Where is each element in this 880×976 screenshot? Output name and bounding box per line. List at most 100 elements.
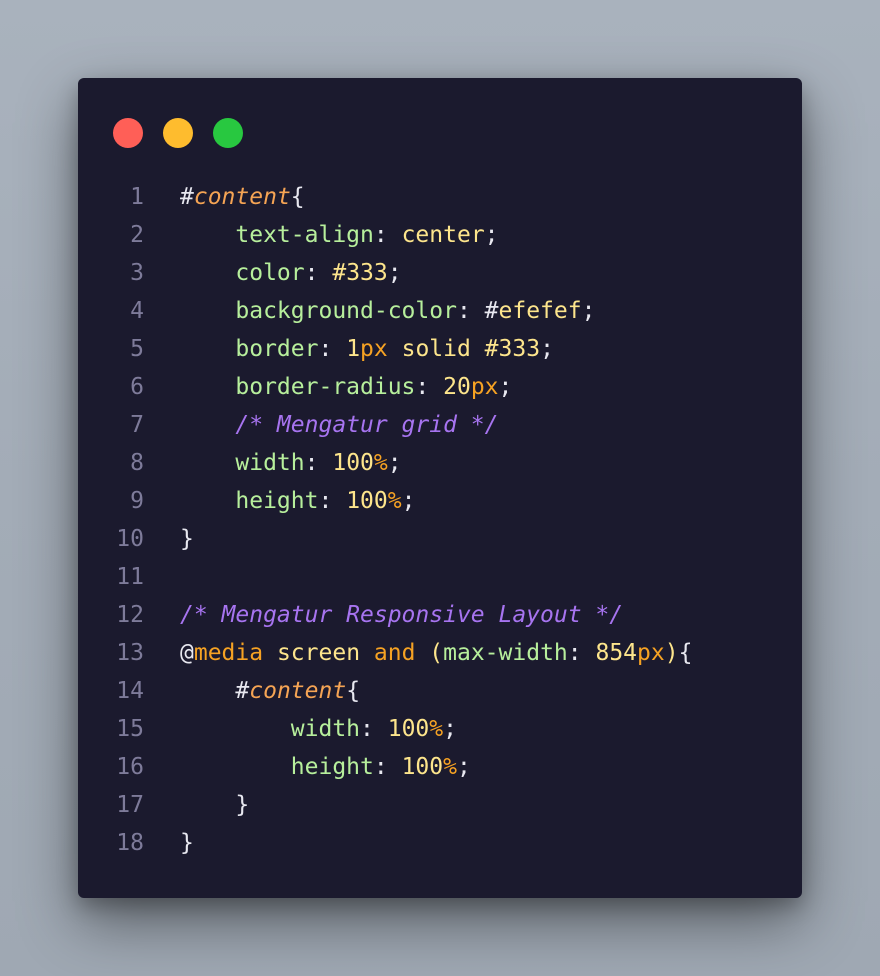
line-number: 8 (130, 450, 144, 476)
line-number: 11 (116, 564, 144, 590)
line-number: 9 (130, 488, 144, 514)
code-line: 11 (78, 558, 802, 596)
maximize-dot-icon[interactable] (213, 118, 243, 148)
line-source: } (180, 786, 249, 824)
code-token: color (235, 260, 305, 286)
line-source: text-align: center; (180, 216, 499, 254)
code-token: } (180, 526, 194, 552)
code-token: ; (581, 298, 596, 324)
line-number: 7 (130, 412, 144, 438)
code-token: ; (387, 450, 402, 476)
code-token: height (290, 754, 374, 780)
line-number: 2 (130, 222, 144, 248)
code-token: #333 (332, 260, 388, 286)
line-source: height: 100%; (180, 482, 415, 520)
code-line: 3 color: #333; (78, 254, 802, 292)
code-token: background-color (235, 298, 457, 324)
code-token: center (401, 222, 485, 248)
code-line: 7 /* Mengatur grid */ (78, 406, 802, 444)
code-line: 13 @media screen and (max-width: 854px){ (78, 634, 802, 672)
code-token: content (249, 678, 347, 704)
code-line: 17 } (78, 786, 802, 824)
code-token: 100 (387, 716, 430, 742)
code-token: # (235, 678, 250, 704)
code-token: { (678, 640, 693, 666)
code-token: @ (180, 640, 194, 666)
minimize-dot-icon[interactable] (163, 118, 193, 148)
code-line: 5 border: 1px solid #333; (78, 330, 802, 368)
line-number: 6 (130, 374, 144, 400)
code-token: ; (456, 754, 471, 780)
line-number: 17 (116, 792, 144, 818)
code-token: : (456, 298, 485, 324)
close-dot-icon[interactable] (113, 118, 143, 148)
code-token: 100 (346, 488, 388, 514)
line-source: #content{ (180, 672, 360, 710)
code-token: width (290, 716, 361, 742)
code-token: content (193, 184, 291, 210)
code-token: { (346, 678, 361, 704)
code-token: ; (484, 222, 499, 248)
code-token: px (360, 336, 388, 362)
code-token: border (235, 336, 319, 362)
line-source: background-color: #efefef; (180, 292, 595, 330)
code-line: 9 height: 100%; (78, 482, 802, 520)
line-number: 10 (116, 526, 144, 552)
code-token: : (304, 450, 333, 476)
line-source: } (180, 824, 194, 862)
code-block: 1 #content{2 text-align: center; 3 color: … (78, 178, 802, 862)
line-number: 16 (116, 754, 144, 780)
line-source: } (180, 520, 194, 558)
code-token: ) (664, 640, 679, 666)
code-token: media (193, 640, 264, 666)
line-number: 1 (130, 184, 144, 210)
line-source: width: 100%; (180, 710, 457, 748)
code-line: 14 #content{ (78, 672, 802, 710)
code-line: 12 /* Mengatur Responsive Layout */ (78, 596, 802, 634)
code-token: text-align (235, 222, 374, 248)
code-token: 20 (443, 374, 471, 400)
code-line: 4 background-color: #efefef; (78, 292, 802, 330)
line-source: width: 100%; (180, 444, 402, 482)
code-token: # (484, 298, 499, 324)
code-line: 1 #content{ (78, 178, 802, 216)
code-line: 15 width: 100%; (78, 710, 802, 748)
code-token: screen (263, 640, 374, 666)
line-source: /* Mengatur grid */ (180, 406, 498, 444)
code-window: 1 #content{2 text-align: center; 3 color: … (78, 78, 802, 898)
code-token: : (318, 336, 347, 362)
code-token: 100 (401, 754, 444, 780)
code-token: 100 (332, 450, 374, 476)
line-source: /* Mengatur Responsive Layout */ (180, 596, 623, 634)
code-line: 16 height: 100%; (78, 748, 802, 786)
code-token: 854 (595, 640, 638, 666)
window-controls (113, 118, 263, 148)
code-line: 18} (78, 824, 802, 862)
line-source: height: 100%; (180, 748, 471, 786)
code-token: % (443, 754, 457, 780)
code-token: } (180, 830, 194, 856)
code-token: ; (540, 336, 554, 362)
code-token: ( (415, 640, 444, 666)
code-token: border-radius (235, 374, 416, 400)
code-token: { (290, 184, 305, 210)
line-source: @media screen and (max-width: 854px){ (180, 634, 692, 672)
line-number: 5 (130, 336, 144, 362)
line-source: border: 1px solid #333; (180, 330, 554, 368)
code-token: ; (387, 260, 402, 286)
line-number: 12 (116, 602, 144, 628)
line-number: 3 (130, 260, 144, 286)
code-token: and (373, 640, 416, 666)
code-token: % (373, 450, 388, 476)
line-number: 4 (130, 298, 144, 324)
code-token: width (235, 450, 305, 476)
line-source: color: #333; (180, 254, 402, 292)
line-number: 18 (116, 830, 144, 856)
line-number: 14 (116, 678, 144, 704)
code-token: : (360, 716, 388, 742)
code-token: efefef (498, 298, 582, 324)
code-token: : (318, 488, 347, 514)
code-token: solid #333 (387, 336, 541, 362)
code-line: 6 border-radius: 20px; (78, 368, 802, 406)
code-token: max-width (443, 640, 568, 666)
